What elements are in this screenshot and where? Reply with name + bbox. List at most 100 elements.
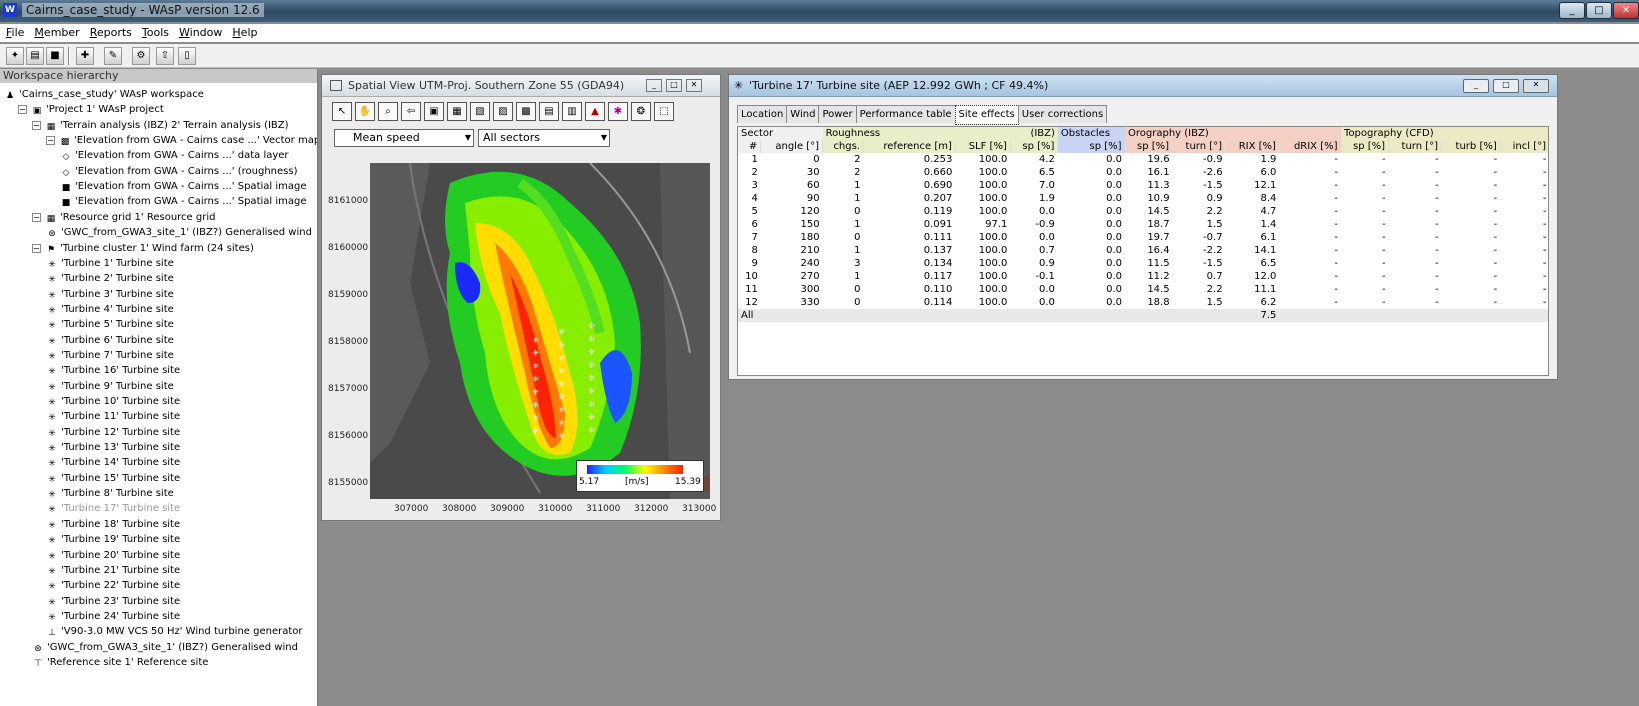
turbine-marker-icon[interactable]: ✳ [558,368,566,377]
pan-hand-icon[interactable]: ✋ [355,102,375,121]
fit-view-icon[interactable]: ▣ [424,102,444,121]
tree-item[interactable]: − ▦ 'Resource grid 1' Resource grid [32,210,215,225]
tree-item[interactable]: ✳ 'Turbine 21' Turbine site [46,563,180,578]
turbine-marker-icon[interactable]: ✳ [558,329,566,338]
column-header[interactable]: chgs. [822,140,864,153]
tab-performance-table[interactable]: Performance table [855,105,956,123]
column-header[interactable]: sp [%] [1125,140,1174,153]
table-row[interactable]: 12 330 0 0.114 100.0 0.0 0.0 18.8 1.5 6.2 - - - - - [738,296,1548,309]
star-icon[interactable]: ✱ [608,102,628,121]
turbine-marker-icon[interactable]: ✳ [532,350,540,359]
turbine-marker-icon[interactable]: ✳ [558,381,566,390]
maximize-icon[interactable]: □ [666,79,682,92]
pointer-icon[interactable]: ↖ [332,102,352,121]
table-row[interactable]: 3 60 1 0.690 100.0 7.0 0.0 11.3 -1.5 12.1 - - - - - [738,179,1548,192]
tree-item[interactable]: ✳ 'Turbine 13' Turbine site [46,440,180,455]
close-icon[interactable]: ✕ [686,79,702,92]
back-icon[interactable]: ⇦ [401,102,421,121]
tree-item[interactable]: ✳ 'Turbine 19' Turbine site [46,532,180,547]
tree-item[interactable]: ✳ 'Turbine 2' Turbine site [46,271,174,286]
turbine-marker-icon[interactable]: ✳ [532,363,540,372]
collapse-icon[interactable]: − [32,212,41,222]
tree-item[interactable]: ⊤ 'Reference site 1' Reference site [32,655,208,670]
sector-select[interactable]: All sectors ▼ [478,129,610,147]
turbine-marker-icon[interactable]: ✳ [558,355,566,364]
column-header[interactable]: sp [%] [1341,140,1390,153]
column-header[interactable]: angle [°] [760,140,824,153]
tree-item[interactable]: ⊥ 'V90-3.0 MW VCS 50 Hz' Wind turbine gen… [46,624,302,639]
minimize-icon[interactable]: _ [646,79,662,92]
tree-item[interactable]: − ▦ 'Terrain analysis (IBZ) 2' Terrain ana… [32,118,289,133]
maximize-icon[interactable]: □ [1493,79,1519,93]
turbine-marker-icon[interactable]: ✳ [558,394,566,403]
maximize-button[interactable]: □ [1586,2,1612,19]
zoom-icon[interactable]: ⌕ [378,102,398,121]
turbine-marker-icon[interactable]: ✳ [532,402,540,411]
tab-location[interactable]: Location [737,105,788,123]
tree-item[interactable]: ✳ 'Turbine 15' Turbine site [46,471,180,486]
turbine-marker-icon[interactable]: ✳ [588,427,596,436]
layer-2-icon[interactable]: ▧ [470,102,490,121]
layer-6-icon[interactable]: ▥ [562,102,582,121]
collapse-icon[interactable]: − [32,120,41,130]
tab-power[interactable]: Power [818,105,857,123]
turbine-marker-icon[interactable]: ✳ [588,362,596,371]
document-icon[interactable]: ▯ [178,47,196,65]
tree-item[interactable]: − ▣ 'Project 1' WAsP project [18,102,164,117]
menu-window[interactable]: Window [173,24,226,39]
tree-item[interactable]: ■ 'Elevation from GWA - Cairns ...' Spati… [60,179,307,194]
calculate-icon[interactable]: ⚙ [132,47,150,65]
turbine-marker-icon[interactable]: ✳ [588,401,596,410]
table-row[interactable]: 4 90 1 0.207 100.0 1.9 0.0 10.9 0.9 8.4 - - - - - [738,192,1548,205]
tree-item[interactable]: ✳ 'Turbine 8' Turbine site [46,486,174,501]
collapse-icon[interactable]: − [18,105,27,115]
layer-1-icon[interactable]: ▦ [447,102,467,121]
add-member-icon[interactable]: ✚ [76,47,94,65]
tree-item[interactable]: ✳ 'Turbine 11' Turbine site [46,409,180,424]
tree-item[interactable]: ⊛ 'GWC_from_GWA3_site_1' (IBZ?) Generalis… [32,640,298,655]
column-header[interactable]: sp [%] [1010,140,1059,153]
column-header[interactable]: reference [m] [863,140,956,153]
column-header[interactable]: turn [°] [1388,140,1443,153]
close-icon[interactable]: ✕ [1523,79,1549,93]
turbine-marker-icon[interactable]: ✳ [588,323,596,332]
wind-rose-icon[interactable]: ❂ [631,102,651,121]
tree-item[interactable]: ✳ 'Turbine 17' Turbine site [46,501,180,516]
column-header[interactable]: SLF [%] [955,140,1011,153]
column-header[interactable]: turn [°] [1172,140,1227,153]
layer-3-icon[interactable]: ▨ [493,102,513,121]
column-header[interactable]: dRIX [%] [1279,140,1342,153]
frame-icon[interactable]: ⬚ [654,102,674,121]
tree-item[interactable]: ✳ 'Turbine 18' Turbine site [46,517,180,532]
tree-item[interactable]: ✳ 'Turbine 20' Turbine site [46,548,180,563]
minimize-button[interactable]: _ [1559,2,1585,19]
turbine-marker-icon[interactable]: ✳ [532,428,540,437]
tree-item[interactable]: ◇ 'Elevation from GWA - Cairns ...' data … [60,148,289,163]
tree-item[interactable]: ✳ 'Turbine 12' Turbine site [46,425,180,440]
turbine-marker-icon[interactable]: ✳ [532,337,540,346]
tree-item[interactable]: ✳ 'Turbine 16' Turbine site [46,363,180,378]
turbine-marker-icon[interactable]: ✳ [588,375,596,384]
minimize-icon[interactable]: _ [1463,79,1489,93]
tree-item[interactable]: ✳ 'Turbine 23' Turbine site [46,594,180,609]
new-workspace-icon[interactable]: ✦ [6,47,24,65]
column-header[interactable]: sp [%] [1057,140,1126,153]
turbine-marker-icon[interactable]: ✳ [532,415,540,424]
tree-item[interactable]: ✳ 'Turbine 24' Turbine site [46,609,180,624]
turbine-marker-icon[interactable]: ✳ [588,388,596,397]
layer-5-icon[interactable]: ▤ [539,102,559,121]
tree-item[interactable]: ✳ 'Turbine 6' Turbine site [46,333,174,348]
turbine-layer-icon[interactable]: ▲ [585,102,605,121]
open-folder-icon[interactable]: ▤ [26,47,44,65]
turbine-marker-icon[interactable]: ✳ [558,342,566,351]
tree-item[interactable]: ✳ 'Turbine 5' Turbine site [46,317,174,332]
tree-item[interactable]: ✳ 'Turbine 7' Turbine site [46,348,174,363]
tab-wind[interactable]: Wind [786,105,820,123]
tree-item[interactable]: ✳ 'Turbine 9' Turbine site [46,379,174,394]
turbine-marker-icon[interactable]: ✳ [588,336,596,345]
column-header[interactable]: incl [°] [1500,140,1548,153]
tree-item[interactable]: − ⚑ 'Turbine cluster 1' Wind farm (24 site… [32,241,254,256]
tree-item[interactable]: ♟ 'Cairns_case_study' WAsP workspace [4,87,204,102]
menu-member[interactable]: Member [28,24,83,39]
turbine-marker-icon[interactable]: ✳ [532,376,540,385]
